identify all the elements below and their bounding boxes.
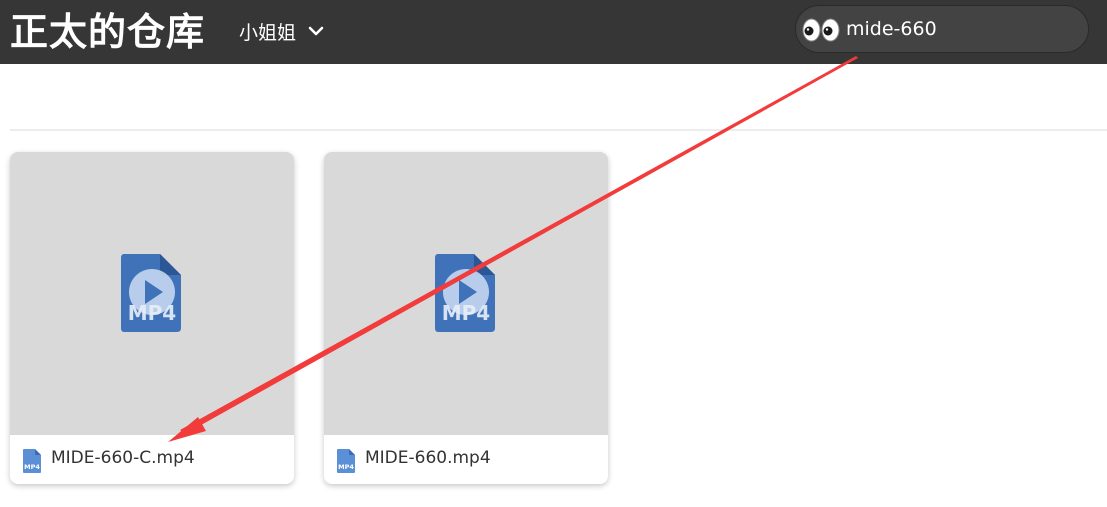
eyes-icon	[802, 18, 840, 42]
file-name[interactable]: MIDE-660.mp4	[365, 448, 491, 468]
file-caption: MP4 MIDE-660-C.mp4	[10, 435, 294, 484]
mp4-file-icon: MP4	[23, 449, 41, 473]
file-thumbnail: MP4	[10, 152, 294, 435]
chevron-down-icon	[308, 26, 324, 36]
mp4-file-icon: MP4	[121, 254, 181, 332]
file-card[interactable]: MP4 MP4 MIDE-660-C.mp4	[10, 152, 294, 484]
top-navigation-bar: 正太的仓库 小姐姐	[0, 0, 1107, 64]
mp4-file-icon: MP4	[337, 449, 355, 473]
mp4-icon-label: MP4	[128, 301, 176, 325]
file-thumbnail: MP4	[324, 152, 608, 435]
site-title[interactable]: 正太的仓库	[10, 8, 205, 56]
content-divider	[10, 129, 1107, 131]
mp4-icon-label: MP4	[24, 463, 40, 471]
category-label: 小姐姐	[239, 21, 297, 44]
mp4-icon-label: MP4	[338, 463, 354, 471]
mp4-icon-label: MP4	[442, 301, 490, 325]
file-name[interactable]: MIDE-660-C.mp4	[51, 448, 195, 468]
file-caption: MP4 MIDE-660.mp4	[324, 435, 608, 484]
category-dropdown[interactable]: 小姐姐	[239, 14, 324, 48]
file-card[interactable]: MP4 MP4 MIDE-660.mp4	[324, 152, 608, 484]
search-box[interactable]	[795, 5, 1089, 53]
search-input[interactable]	[846, 14, 1076, 44]
mp4-file-icon: MP4	[435, 254, 495, 332]
